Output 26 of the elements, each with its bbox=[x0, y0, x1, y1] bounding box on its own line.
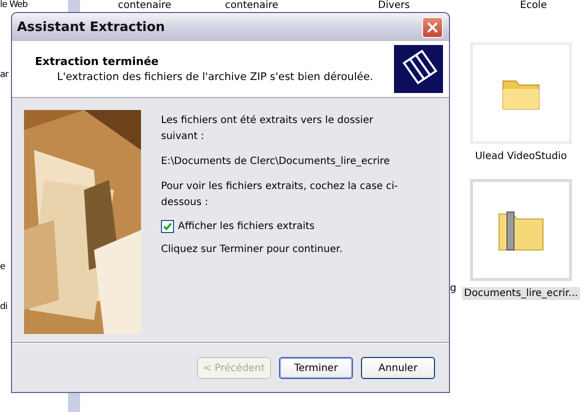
file-label: Documents_lire_ecrir... bbox=[462, 287, 580, 300]
sidebar-item[interactable]: ar bbox=[0, 70, 8, 80]
page-subheading: L'extraction des fichiers de l'archive ZIP s'est bien déroulée. bbox=[56, 71, 374, 83]
file-label: contenaire bbox=[225, 0, 278, 12]
file-thumbnail[interactable] bbox=[470, 179, 572, 281]
checkbox[interactable] bbox=[161, 220, 174, 233]
sidebar-item[interactable]: le Web bbox=[0, 0, 28, 10]
show-files-checkbox[interactable]: Afficher les fichiers extraits bbox=[161, 220, 411, 233]
instruction-text: Cliquez sur Terminer pour continuer. bbox=[161, 243, 344, 257]
file-label: Divers bbox=[378, 0, 410, 12]
info-text: Les fichiers ont été extraits vers le dossier suivant : bbox=[161, 114, 374, 144]
close-icon bbox=[427, 22, 438, 32]
instruction-text: Pour voir les fichiers extraits, cochez la case ci-dessous : bbox=[161, 180, 399, 210]
file-label: g bbox=[450, 283, 456, 294]
folder-path: E:\Documents de Clerc\Documents_lire_ecrire bbox=[161, 155, 391, 169]
dialog-button[interactable]: Terminer bbox=[279, 357, 353, 379]
page-heading: Extraction terminée bbox=[35, 55, 160, 68]
file-label: Ecole bbox=[520, 0, 547, 12]
close-button[interactable] bbox=[422, 16, 443, 38]
sidebar-item[interactable]: e bbox=[0, 262, 6, 272]
window-title: Assistant Extraction bbox=[17, 20, 165, 34]
file-label: Ulead VideoStudio bbox=[474, 150, 568, 163]
file-label: contenaire bbox=[118, 0, 172, 12]
dialog-button[interactable]: Annuler bbox=[361, 357, 435, 379]
sidebar-item[interactable]: di bbox=[0, 302, 8, 312]
file-thumbnail[interactable] bbox=[470, 42, 572, 144]
